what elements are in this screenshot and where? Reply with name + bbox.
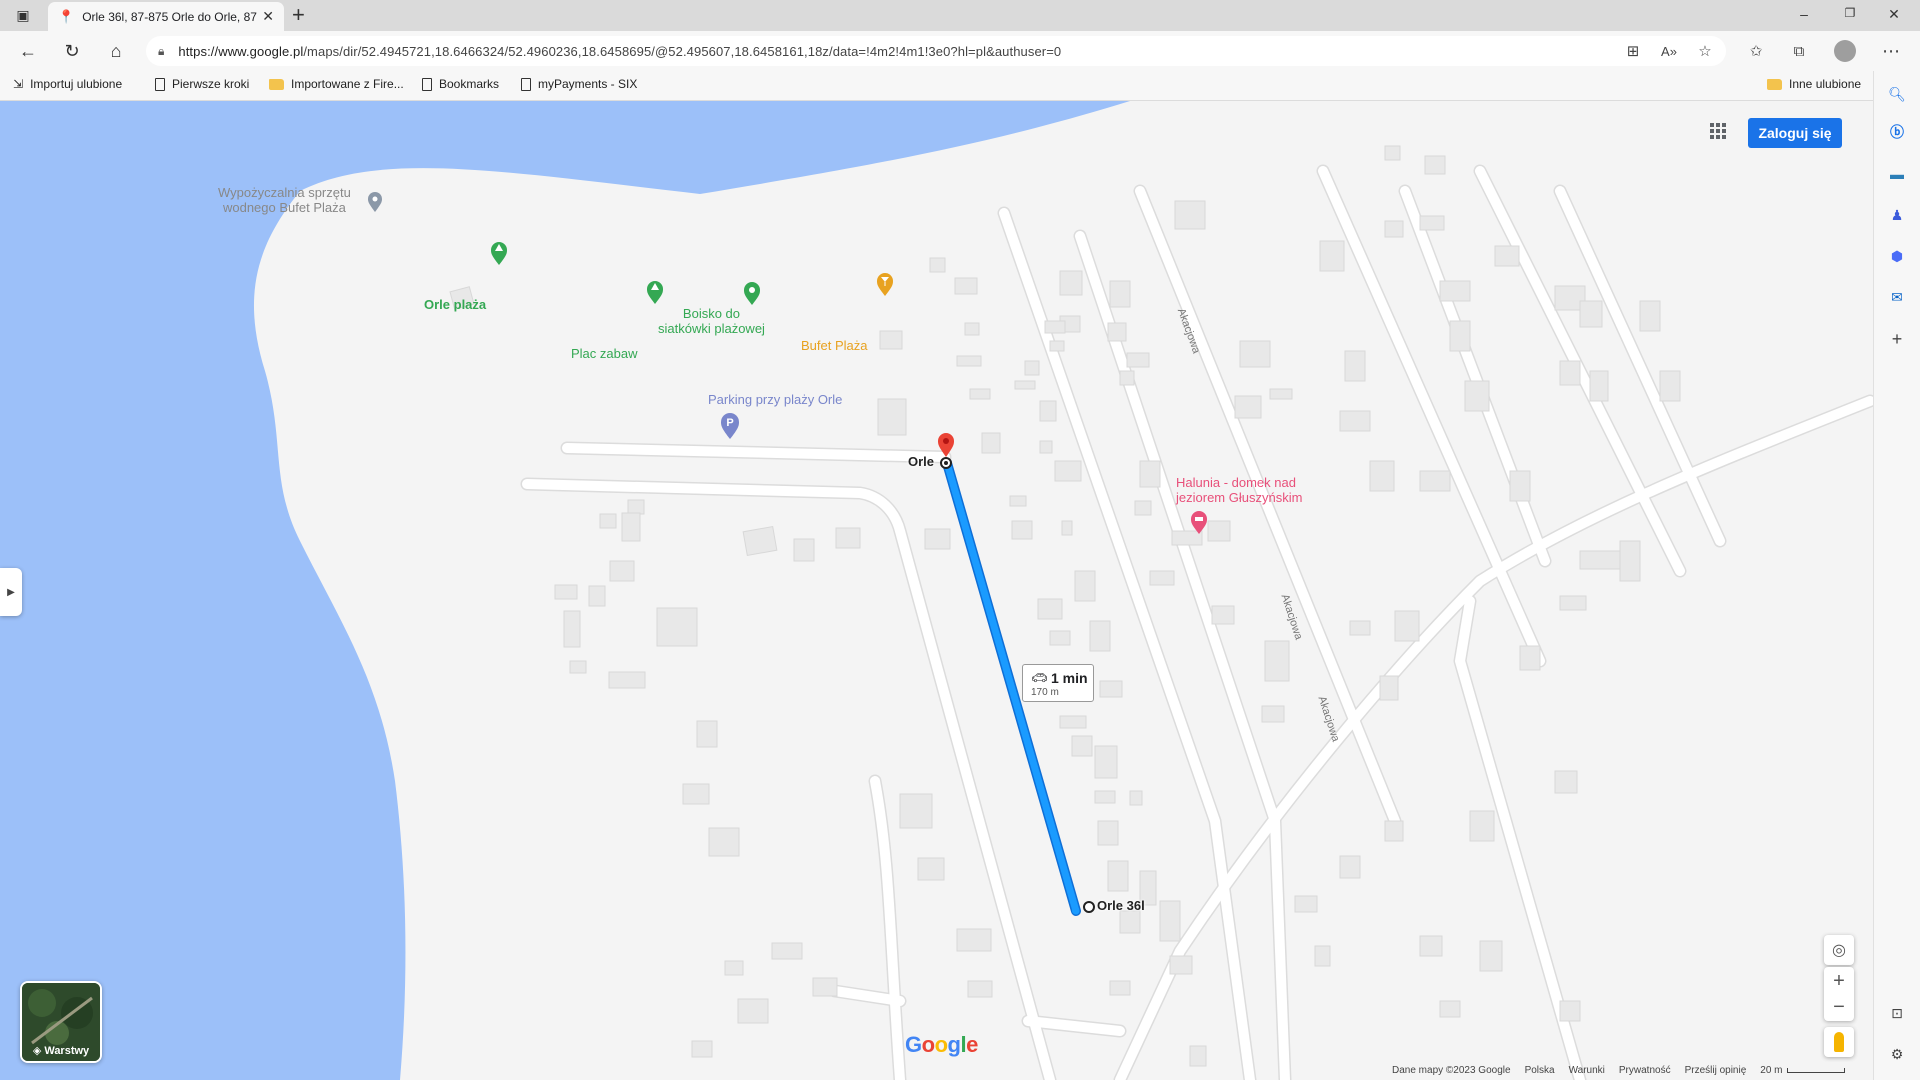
poi-volleyball-label[interactable]: Boisko do siatkówki plażowej xyxy=(658,306,765,336)
route-end-circle xyxy=(1083,901,1095,913)
office-icon[interactable]: ⬢ xyxy=(1886,245,1908,267)
tools-icon[interactable]: ♟ xyxy=(1886,204,1908,226)
zoom-out-button[interactable]: − xyxy=(1833,994,1845,1020)
volleyball-pin-icon xyxy=(744,282,760,305)
more-icon[interactable]: ⋯ xyxy=(1880,40,1902,62)
google-logo: Google xyxy=(905,1032,978,1057)
my-location-button[interactable]: ◎ xyxy=(1824,935,1854,965)
favorites-icon[interactable]: ✩ xyxy=(1745,40,1767,62)
tab-title: Orle 36l, 87-875 Orle do Orle, 87 xyxy=(82,9,257,24)
google-apps-icon[interactable] xyxy=(1710,123,1730,143)
chevron-right-icon: ▶ xyxy=(7,586,15,598)
poi-halunia-label[interactable]: Halunia - domek nad jeziorem Głuszyńskim xyxy=(1176,475,1302,505)
back-icon[interactable]: ← xyxy=(16,39,40,63)
zoom-in-button[interactable]: + xyxy=(1833,968,1845,994)
poi-playground-label[interactable]: Plac zabaw xyxy=(571,346,637,361)
poi-markers: P xyxy=(368,192,1207,534)
route-start-label: Orle xyxy=(908,454,935,469)
tab-strip: ▣ 📍 Orle 36l, 87-875 Orle do Orle, 87 ✕ … xyxy=(0,0,1920,31)
fav-mypayments[interactable]: myPayments - SIX xyxy=(521,77,637,91)
route-distance: 170 m xyxy=(1031,687,1059,698)
fav-import[interactable]: ⇲ Importuj ulubione xyxy=(13,77,122,91)
app-available-icon[interactable]: ⊞ xyxy=(1622,40,1644,62)
page-icon xyxy=(422,77,432,91)
bing-chat-icon[interactable]: ⓑ xyxy=(1886,121,1908,143)
layers-icon: ◈ xyxy=(32,1045,45,1057)
add-icon[interactable]: + xyxy=(1886,328,1908,350)
destination-pin-icon xyxy=(938,433,954,457)
add-favorite-icon[interactable]: ☆ xyxy=(1694,40,1716,62)
signin-button[interactable]: Zaloguj się xyxy=(1748,118,1842,148)
route-time: 1 min xyxy=(1051,670,1088,686)
read-aloud-icon[interactable]: A» xyxy=(1658,40,1680,62)
svg-text:P: P xyxy=(726,417,733,429)
close-tab-icon[interactable]: ✕ xyxy=(262,8,274,25)
poi-orle-plaza-label[interactable]: Orle plaża xyxy=(424,297,486,312)
footer-feedback[interactable]: Prześlij opinię xyxy=(1685,1065,1747,1076)
expand-panel-button[interactable]: ▶ xyxy=(0,568,22,616)
pegman-icon xyxy=(1834,1032,1844,1052)
shopping-icon[interactable]: ▬ xyxy=(1886,163,1908,185)
footer-terms[interactable]: Warunki xyxy=(1569,1065,1605,1076)
lock-icon: 🔒︎ xyxy=(158,43,165,58)
close-window-button[interactable]: ✕ xyxy=(1884,6,1904,23)
map-footer: Dane mapy ©2023 Google Polska Warunki Pr… xyxy=(1392,1062,1845,1078)
fav-other[interactable]: Inne ulubione xyxy=(1767,77,1861,91)
route-end-label: Orle 36l xyxy=(1097,898,1145,913)
fav-bookmarks[interactable]: Bookmarks xyxy=(422,77,499,91)
url-path: /maps/dir/52.4945721,18.6466324/52.49602… xyxy=(303,43,1062,59)
minimize-button[interactable]: – xyxy=(1794,6,1814,22)
footer-country[interactable]: Polska xyxy=(1525,1065,1555,1076)
page-icon xyxy=(521,77,531,91)
footer-privacy[interactable]: Prywatność xyxy=(1619,1065,1671,1076)
map-canvas[interactable]: P Wypożyczalnia sprzętu wodnego Bufet Pl… xyxy=(0,101,1873,1080)
outlook-icon[interactable]: ✉ xyxy=(1886,286,1908,308)
folder-icon xyxy=(269,78,284,90)
active-tab[interactable]: 📍 Orle 36l, 87-875 Orle do Orle, 87 ✕ xyxy=(48,2,284,31)
scale-label[interactable]: 20 m xyxy=(1760,1065,1782,1076)
layers-button[interactable]: ◈ Warstwy xyxy=(20,981,102,1063)
home-icon[interactable]: ⌂ xyxy=(104,39,128,63)
poi-bufet-label[interactable]: Bufet Plaża xyxy=(801,338,868,353)
refresh-icon[interactable]: ↻ xyxy=(60,39,84,63)
footer-data[interactable]: Dane mapy ©2023 Google xyxy=(1392,1065,1511,1076)
import-icon: ⇲ xyxy=(13,77,24,91)
hide-sidebar-icon[interactable]: ⊡ xyxy=(1886,1002,1908,1024)
restore-button[interactable]: ❐ xyxy=(1840,6,1860,20)
scale-bar xyxy=(1786,1067,1845,1073)
car-icon: 🚗︎ xyxy=(1031,670,1048,685)
rental-pin-icon xyxy=(368,192,382,212)
page-icon xyxy=(155,77,165,91)
new-tab-button[interactable]: + xyxy=(292,4,305,26)
pegman-button[interactable] xyxy=(1824,1027,1854,1057)
browser-toolbar: ← ↻ ⌂ 🔒︎ https://www.google.pl/maps/dir/… xyxy=(0,31,1920,71)
settings-icon[interactable]: ⚙ xyxy=(1886,1043,1908,1065)
route-duration-box[interactable]: 🚗︎ 1 min 170 m xyxy=(1022,664,1094,702)
maps-favicon-icon: 📍 xyxy=(58,8,75,24)
favorites-bar: ⇲ Importuj ulubione Pierwsze kroki Import… xyxy=(0,71,1920,101)
collections-icon[interactable]: ⧉ xyxy=(1788,40,1810,62)
poi-parking-label[interactable]: Parking przy plaży Orle xyxy=(708,392,842,407)
fav-imported-firefox[interactable]: Importowane z Fire... xyxy=(269,77,404,91)
crosshair-icon: ◎ xyxy=(1832,942,1846,959)
url-host: https://www.google.pl xyxy=(178,43,304,59)
poi-rental-label[interactable]: Wypożyczalnia sprzętu wodnego Bufet Plaż… xyxy=(218,185,351,215)
address-bar[interactable]: 🔒︎ https://www.google.pl/maps/dir/52.494… xyxy=(146,36,1726,66)
profile-icon[interactable] xyxy=(1834,40,1856,62)
folder-icon xyxy=(1767,78,1782,90)
zoom-controls: + − xyxy=(1824,967,1854,1021)
fav-first-steps[interactable]: Pierwsze kroki xyxy=(155,77,249,91)
search-icon[interactable]: 🔍︎ xyxy=(1886,83,1908,105)
edge-sidebar: 🔍︎ ⓑ ▬ ♟ ⬢ ✉ + ⊡ ⚙ xyxy=(1873,71,1920,1080)
tab-actions-icon[interactable]: ▣ xyxy=(12,4,34,26)
lodging-pin-icon xyxy=(1191,511,1207,534)
route-overlay: P xyxy=(368,192,1207,916)
